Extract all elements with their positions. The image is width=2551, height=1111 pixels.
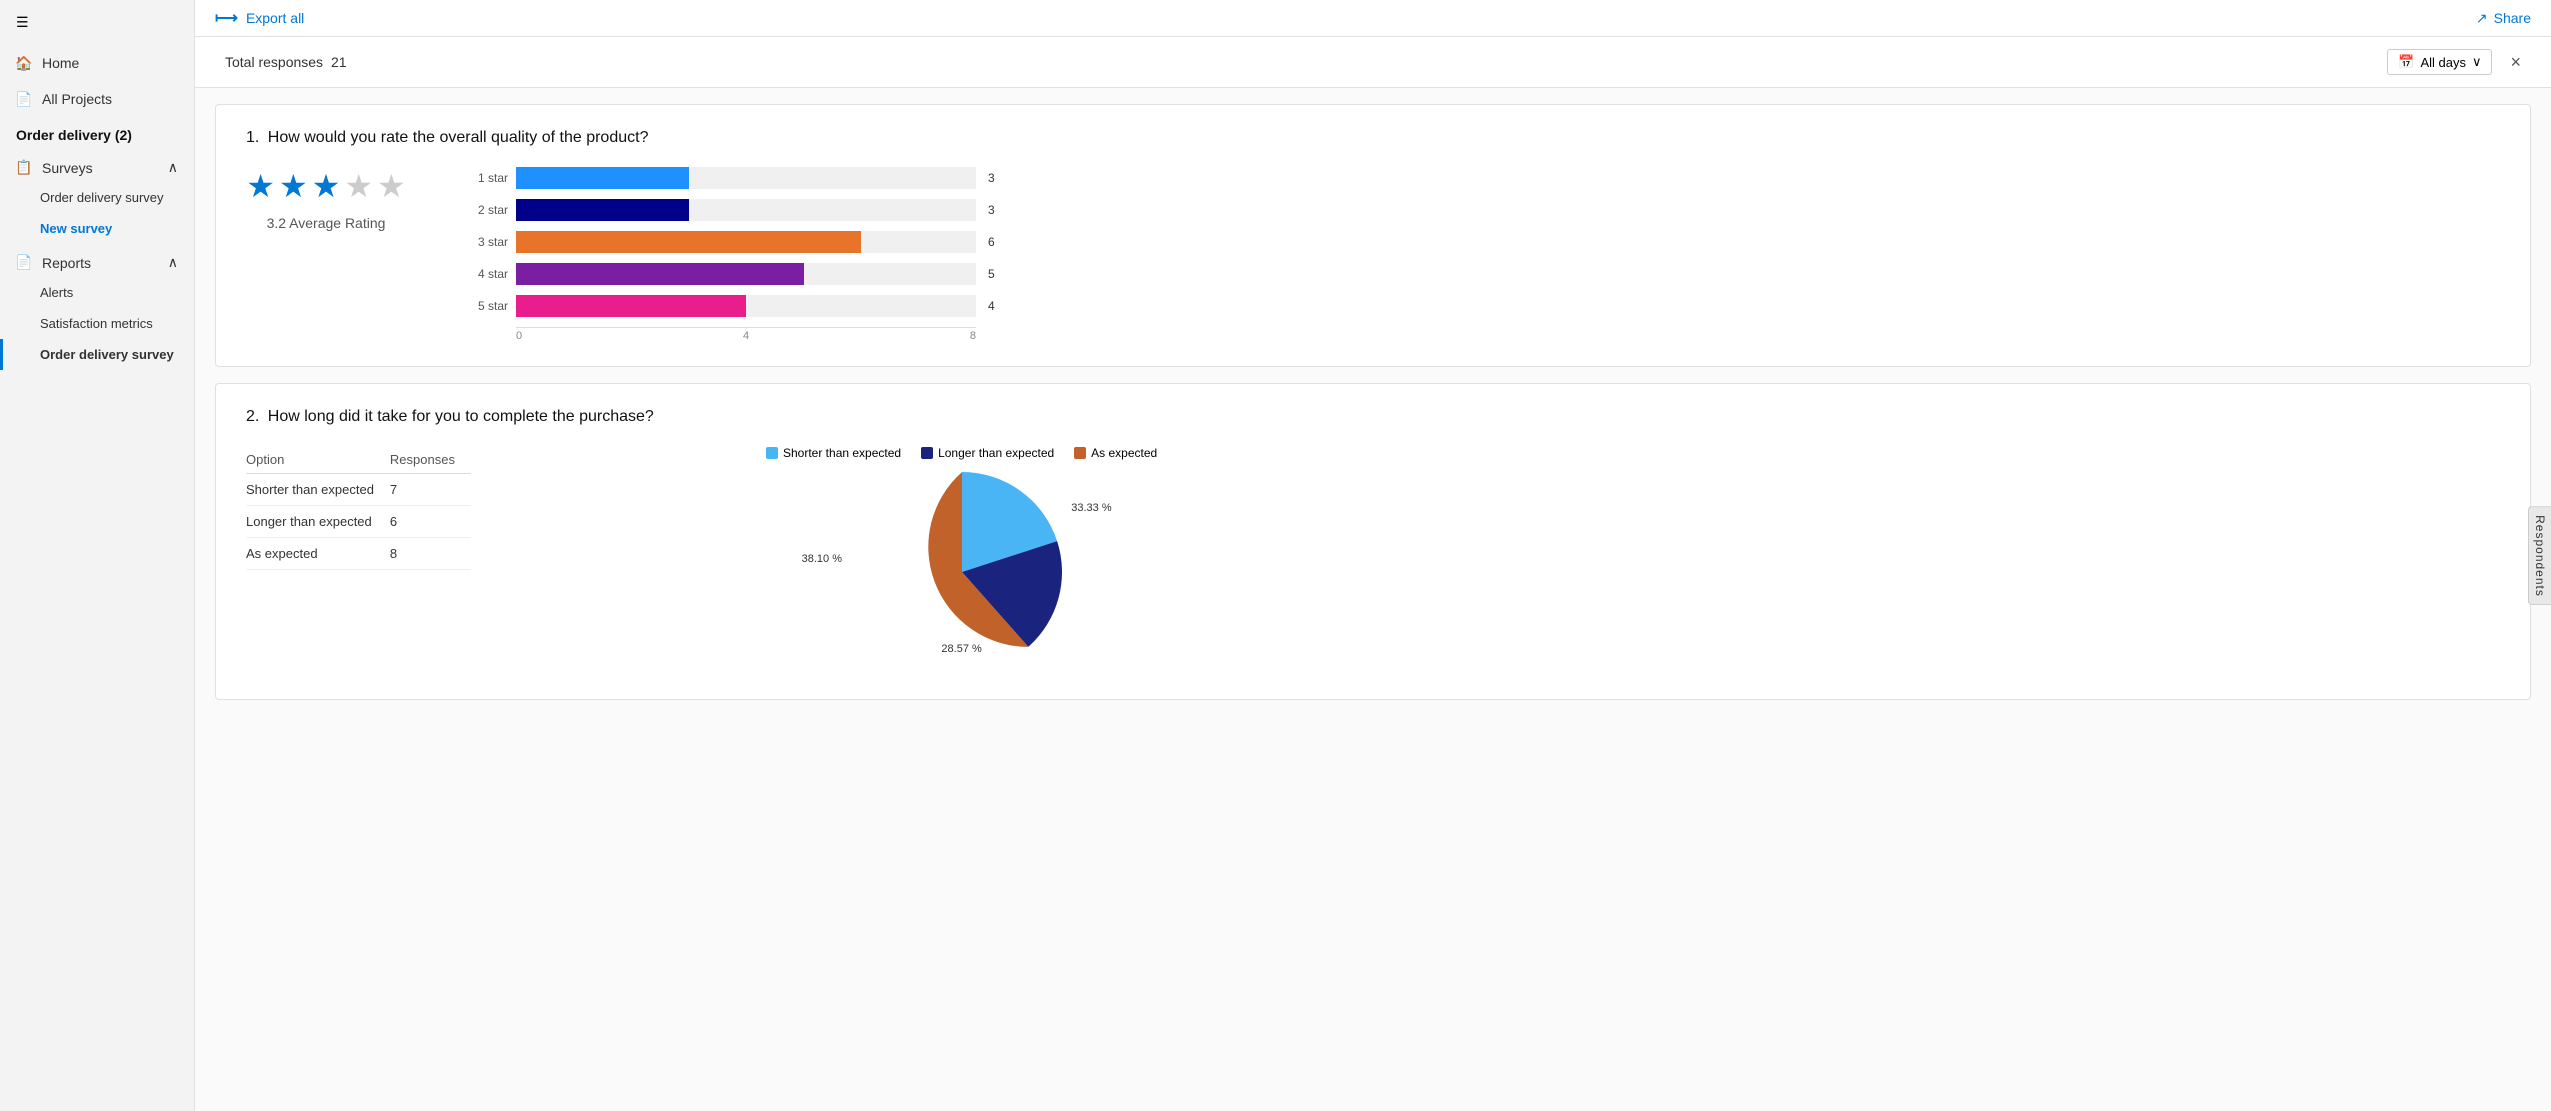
- share-label: Share: [2494, 10, 2531, 26]
- export-label: Export all: [246, 10, 304, 26]
- sidebar-reports-section[interactable]: 📄 Reports ∧: [0, 248, 194, 277]
- question-2-title: 2. How long did it take for you to compl…: [246, 408, 2500, 426]
- bar-fill-5star: [516, 295, 746, 317]
- main-content: ⟼ Export all ↗ Share Total responses 21 …: [195, 0, 2551, 1111]
- bar-row-4star: 4 star 5: [466, 263, 1026, 285]
- survey-results: 1. How would you rate the overall qualit…: [195, 88, 2551, 1111]
- legend-dot-shorter: [766, 447, 778, 459]
- sidebar-home-label: Home: [42, 55, 79, 71]
- star-1: ★: [246, 167, 275, 205]
- percent-label-shorter: 33.33 %: [1071, 502, 1111, 514]
- bar-fill-2star: [516, 199, 689, 221]
- star-5: ★: [377, 167, 406, 205]
- surveys-expand-icon: ∧: [168, 159, 178, 176]
- bar-fill-4star: [516, 263, 804, 285]
- table-row-asexpected: As expected 8: [246, 538, 471, 570]
- bar-row-5star: 5 star 4: [466, 295, 1026, 317]
- option-shorter: Shorter than expected: [246, 474, 390, 506]
- sidebar-item-new-survey[interactable]: New survey: [0, 213, 194, 244]
- sidebar-surveys-section[interactable]: 📋 Surveys ∧: [0, 153, 194, 182]
- legend-longer: Longer than expected: [921, 446, 1054, 460]
- sidebar-item-home[interactable]: 🏠 Home: [0, 45, 194, 81]
- pie-svg: [862, 472, 1062, 672]
- sidebar-item-order-delivery-survey[interactable]: Order delivery survey: [0, 182, 194, 213]
- total-responses: Total responses 21: [225, 54, 347, 70]
- export-icon: ⟼: [215, 8, 238, 28]
- question-1-card: 1. How would you rate the overall qualit…: [215, 104, 2531, 367]
- reports-icon: 📄: [16, 255, 32, 271]
- bar-chart-q1: 1 star 3 2 star 3 3 star: [466, 167, 1026, 342]
- col-header-responses: Responses: [390, 446, 471, 474]
- sidebar-section-order-delivery: Order delivery (2): [0, 117, 194, 153]
- days-filter[interactable]: 📅 All days ∨: [2387, 49, 2492, 75]
- bar-fill-1star: [516, 167, 689, 189]
- export-button[interactable]: ⟼ Export all: [215, 8, 304, 28]
- table-row-shorter: Shorter than expected 7: [246, 474, 471, 506]
- sidebar-item-satisfaction-metrics[interactable]: Satisfaction metrics: [0, 308, 194, 339]
- pie-svg-wrapper: 33.33 % 28.57 % 38.10 %: [862, 472, 1062, 675]
- star-3: ★: [312, 167, 341, 205]
- star-rating: ★ ★ ★ ★ ★: [246, 167, 405, 205]
- dropdown-icon: ∨: [2472, 54, 2482, 70]
- home-icon: 🏠: [16, 55, 32, 71]
- percent-label-longer: 28.57 %: [941, 643, 981, 655]
- question-1-content: ★ ★ ★ ★ ★ 3.2 Average Rating 1 star: [246, 167, 2500, 342]
- respondents-tab[interactable]: Respondents: [2528, 506, 2551, 606]
- bar-row-3star: 3 star 6: [466, 231, 1026, 253]
- table-row-longer: Longer than expected 6: [246, 506, 471, 538]
- bar-axis: 0 4 8: [516, 327, 976, 342]
- bar-fill-3star: [516, 231, 861, 253]
- question-2-content: Option Responses Shorter than expected 7…: [246, 446, 2500, 675]
- reports-expand-icon: ∧: [168, 254, 178, 271]
- bar-row-1star: 1 star 3: [466, 167, 1026, 189]
- bar-row-2star: 2 star 3: [466, 199, 1026, 221]
- responses-shorter: 7: [390, 474, 471, 506]
- share-icon: ↗: [2476, 10, 2488, 27]
- responses-asexpected: 8: [390, 538, 471, 570]
- surveys-icon: 📋: [16, 160, 32, 176]
- legend-asexpected: As expected: [1074, 446, 1157, 460]
- calendar-icon: 📅: [2398, 54, 2414, 70]
- content-header: Total responses 21 📅 All days ∨ ×: [195, 37, 2551, 88]
- reports-label: Reports: [42, 255, 91, 271]
- pie-chart-q2: Shorter than expected Longer than expect…: [766, 446, 1157, 675]
- sidebar: ☰ 🏠 Home 📄 All Projects Order delivery (…: [0, 0, 195, 1111]
- projects-icon: 📄: [16, 91, 32, 107]
- rating-display: ★ ★ ★ ★ ★ 3.2 Average Rating: [246, 167, 406, 231]
- option-longer: Longer than expected: [246, 506, 390, 538]
- surveys-label: Surveys: [42, 160, 93, 176]
- star-4: ★: [344, 167, 373, 205]
- question-2-card: 2. How long did it take for you to compl…: [215, 383, 2531, 700]
- legend-dot-longer: [921, 447, 933, 459]
- responses-longer: 6: [390, 506, 471, 538]
- pie-legend: Shorter than expected Longer than expect…: [766, 446, 1157, 460]
- sidebar-item-all-projects[interactable]: 📄 All Projects: [0, 81, 194, 117]
- col-header-option: Option: [246, 446, 390, 474]
- legend-shorter: Shorter than expected: [766, 446, 901, 460]
- legend-dot-asexpected: [1074, 447, 1086, 459]
- share-button[interactable]: ↗ Share: [2476, 10, 2531, 27]
- question-1-title: 1. How would you rate the overall qualit…: [246, 129, 2500, 147]
- hamburger-menu[interactable]: ☰: [0, 0, 194, 45]
- collapse-button[interactable]: ×: [2510, 52, 2521, 73]
- toolbar: ⟼ Export all ↗ Share: [195, 0, 2551, 37]
- sidebar-item-alerts[interactable]: Alerts: [0, 277, 194, 308]
- percent-label-asexpected: 38.10 %: [802, 553, 842, 565]
- sidebar-projects-label: All Projects: [42, 91, 112, 107]
- sidebar-item-report-order-delivery[interactable]: Order delivery survey: [0, 339, 194, 370]
- hamburger-icon: ☰: [16, 14, 29, 31]
- star-2: ★: [279, 167, 308, 205]
- option-asexpected: As expected: [246, 538, 390, 570]
- days-filter-label: All days: [2420, 55, 2466, 70]
- average-rating-label: 3.2 Average Rating: [267, 215, 386, 231]
- q2-options-table: Option Responses Shorter than expected 7…: [246, 446, 526, 570]
- section-title-label: Order delivery (2): [16, 127, 132, 143]
